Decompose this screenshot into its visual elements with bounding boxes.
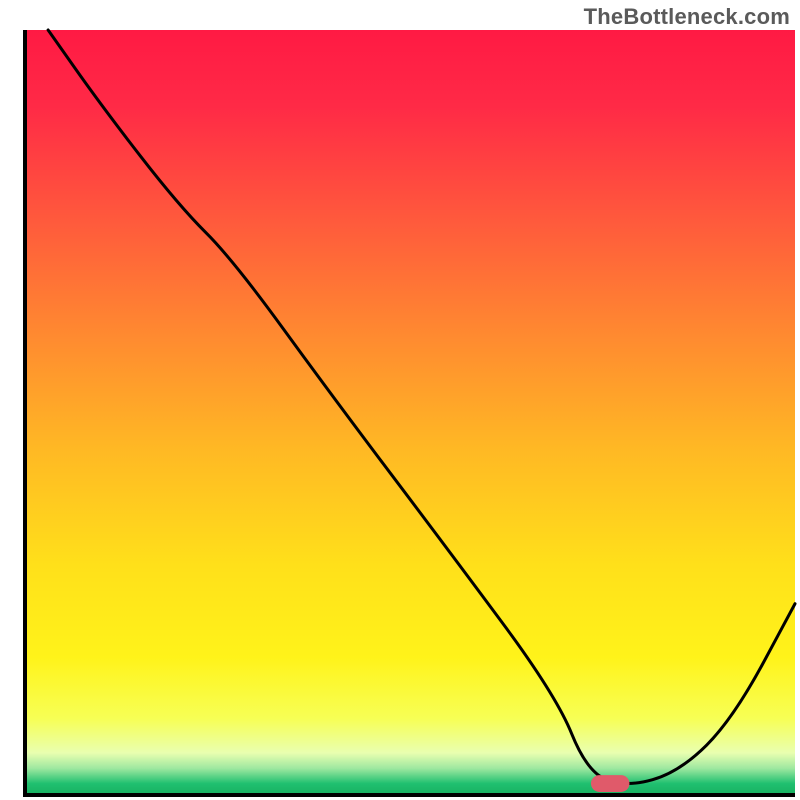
bottleneck-chart (0, 0, 800, 800)
sweet-spot-marker (591, 775, 630, 792)
plot-background (25, 30, 795, 795)
